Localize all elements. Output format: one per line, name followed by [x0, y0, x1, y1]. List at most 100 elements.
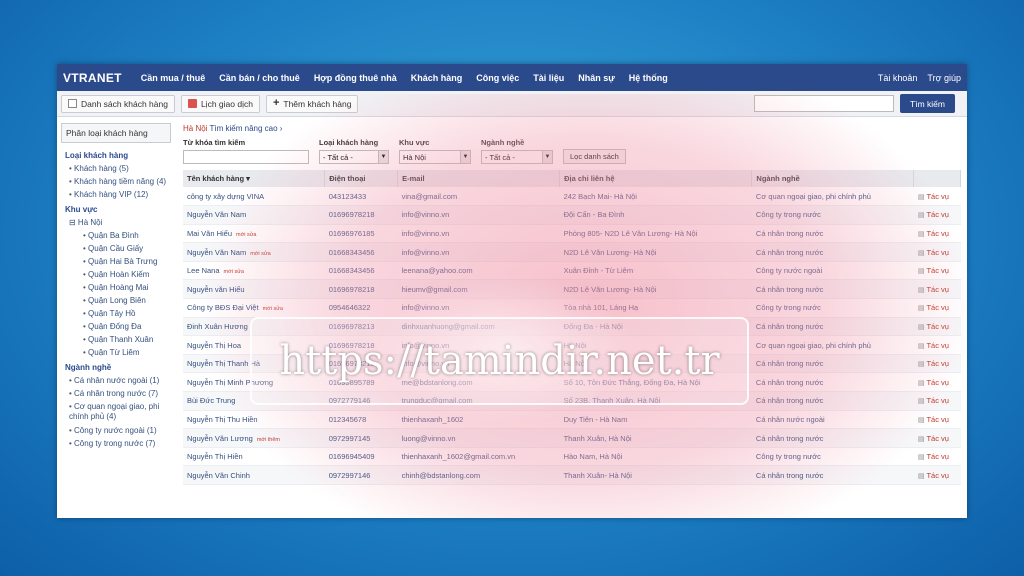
cell-address-text: Thanh Xuân, Hà Nội — [563, 433, 632, 443]
nav-item-documents[interactable]: Tài liệu — [533, 73, 564, 83]
action-link[interactable]: Tác vụ — [913, 447, 961, 467]
cell-name-text: Lee Nana — [187, 266, 220, 276]
sidebar-item-district[interactable]: Quận Đống Đa — [83, 322, 171, 331]
sidebar-item-district[interactable]: Quận Cầu Giấy — [83, 244, 171, 253]
sidebar-item-district[interactable]: Quận Ba Đình — [83, 231, 171, 240]
table-row[interactable]: Lee Nana mới sửa 01668343456 leenana@yahoo.… — [183, 261, 961, 281]
sidebar-item-potential[interactable]: Khách hàng tiềm năng (4) — [69, 177, 171, 186]
sidebar-item-district[interactable]: Quận Long Biên — [83, 296, 171, 305]
action-link[interactable]: Tác vụ — [913, 224, 961, 244]
cell-industry: Cá nhân nước ngoài — [751, 410, 914, 430]
column-header-name[interactable]: Tên khách hàng ▾ — [183, 170, 326, 187]
table-row[interactable]: Nguyễn Văn Chinh 0972997146 chinh@bdstanlo… — [183, 465, 961, 485]
action-link[interactable]: Tác vụ — [913, 354, 961, 374]
cell-name-text: Nguyễn văn Hiếu — [187, 284, 245, 294]
cell-industry: Cá nhân trong nước — [751, 465, 914, 485]
cell-address: Thanh Xuân- Hà Nội — [559, 465, 752, 485]
nav-item-contracts[interactable]: Hợp đồng thuê nhà — [314, 73, 397, 83]
watermark: https://tamindir.net.tr — [250, 317, 749, 405]
action-link[interactable]: Tác vụ — [913, 187, 961, 207]
sidebar-item-district[interactable]: Quận Tây Hồ — [83, 309, 171, 318]
nav-item-staff[interactable]: Nhân sự — [578, 73, 615, 83]
tree-node-hanoi[interactable]: ⊟ Hà Nội — [69, 218, 171, 227]
sidebar-item-industry[interactable]: Công ty trong nước (7) — [69, 439, 171, 448]
sidebar-item-district[interactable]: Quận Thanh Xuân — [83, 335, 171, 344]
industry-select-value: - Tất cả - — [485, 152, 515, 162]
cell-industry: Công ty trong nước — [751, 298, 914, 318]
cell-address: Thanh Xuân, Hà Nội — [559, 428, 752, 448]
action-link[interactable]: Tác vụ — [913, 261, 961, 281]
help-link[interactable]: Trợ giúp — [927, 73, 961, 83]
calendar-button[interactable]: Lịch giao dịch — [180, 94, 260, 113]
industry-select[interactable]: - Tất cả - ▼ — [481, 150, 553, 164]
cell-industry-text: Cá nhân trong nước — [755, 470, 824, 480]
table-row[interactable]: Nguyễn Văn Nam mới sửa 01668343456 info@vin… — [183, 242, 961, 262]
action-link-text: Tác vụ — [918, 229, 949, 238]
action-link[interactable]: Tác vụ — [913, 391, 961, 411]
table-row[interactable]: Công ty BĐS Đại Việt mới sửa 0954646322 inf… — [183, 298, 961, 318]
cell-phone-text: 0972997146 — [328, 470, 371, 480]
cell-phone-text: 01696978218 — [328, 284, 375, 294]
table-row[interactable]: Nguyễn Thị Thu Hiền 012345678 thienhaxanh_… — [183, 410, 961, 430]
advanced-search-link[interactable]: Tìm kiếm nâng cao › — [210, 124, 283, 133]
search-button[interactable]: Tìm kiếm — [900, 94, 955, 113]
action-link-text: Tác vụ — [918, 266, 949, 275]
cell-email-text: thienhaxanh_1602 — [401, 414, 464, 424]
sidebar-item-industry[interactable]: Cá nhân nước ngoài (1) — [69, 376, 171, 385]
action-link[interactable]: Tác vụ — [913, 335, 961, 355]
action-link[interactable]: Tác vụ — [913, 242, 961, 262]
nav-item-sell[interactable]: Cần bán / cho thuê — [219, 73, 300, 83]
cell-address: Phòng 805- N2D Lê Văn Lương- Hà Nội — [559, 224, 752, 244]
action-link[interactable]: Tác vụ — [913, 298, 961, 318]
nav-item-buy[interactable]: Cần mua / thuê — [141, 73, 206, 83]
sidebar-item-district[interactable]: Quận Từ Liêm — [83, 348, 171, 357]
account-link[interactable]: Tài khoản — [878, 73, 918, 83]
cell-email: info@vinno.vn — [397, 224, 560, 244]
breadcrumb-location: Hà Nội — [183, 124, 208, 133]
sidebar-item-industry[interactable]: Cơ quan ngoại giao, phi chính phủ (4) — [69, 402, 171, 422]
column-header-phone[interactable]: Điện thoại — [324, 170, 399, 187]
sidebar-item-vip[interactable]: Khách hàng VIP (12) — [69, 190, 171, 199]
filter-bar: Từ khóa tìm kiếm Loại khách hàng - Tất c… — [183, 138, 961, 164]
customer-list-button[interactable]: Danh sách khách hàng — [61, 94, 175, 113]
cell-address-text: Duy Tiên - Hà Nam — [563, 414, 628, 424]
sidebar-item-industry[interactable]: Công ty nước ngoài (1) — [69, 426, 171, 435]
cell-industry-text: Cá nhân nước ngoài — [755, 414, 825, 424]
action-link[interactable]: Tác vụ — [913, 279, 961, 300]
table-row[interactable]: Nguyễn Văn Nam 01696978218 info@vinno.vn Độ… — [183, 205, 961, 225]
table-row[interactable]: Nguyễn văn Hiếu 01696978218 hieumv@gmail.c… — [183, 279, 961, 300]
action-link[interactable]: Tác vụ — [913, 428, 961, 448]
keyword-input[interactable] — [183, 150, 309, 164]
nav-item-system[interactable]: Hệ thống — [629, 73, 668, 83]
nav-item-customers[interactable]: Khách hàng — [411, 73, 463, 83]
sidebar-item-district[interactable]: Quận Hai Bà Trưng — [83, 257, 171, 266]
area-select[interactable]: Hà Nội ▼ — [399, 150, 471, 164]
table-row[interactable]: Nguyễn Văn Lương mới thêm 0972997145 luong@… — [183, 428, 961, 448]
action-link[interactable]: Tác vụ — [913, 372, 961, 393]
add-customer-button[interactable]: + Thêm khách hàng — [265, 94, 359, 113]
sidebar-item-industry[interactable]: Cá nhân trong nước (7) — [69, 389, 171, 398]
action-link[interactable]: Tác vụ — [913, 465, 961, 485]
nav-item-work[interactable]: Công việc — [476, 73, 519, 83]
cell-name: công ty xây dựng VINA — [183, 187, 325, 207]
action-link[interactable]: Tác vụ — [913, 410, 961, 430]
sidebar-item-customer[interactable]: Khách hàng (5) — [69, 164, 171, 173]
filter-list-button[interactable]: Lọc danh sách — [563, 149, 626, 164]
cell-email: leenana@yahoo.com — [397, 261, 560, 281]
cell-phone: 01668343456 — [324, 242, 398, 262]
table-row[interactable]: công ty xây dựng VINA 043123433 vina@gmail… — [183, 187, 961, 207]
action-link[interactable]: Tác vụ — [913, 317, 961, 337]
search-input[interactable] — [754, 95, 895, 112]
sidebar-item-district[interactable]: Quận Hoàn Kiếm — [83, 270, 171, 279]
action-link[interactable]: Tác vụ — [913, 205, 961, 225]
table-row[interactable]: Mai Văn Hiếu mới sửa 01696976185 info@vinno… — [183, 224, 961, 244]
column-header-industry[interactable]: Ngành nghề — [751, 170, 915, 187]
column-header-address[interactable]: Địa chỉ liên hệ — [559, 170, 753, 187]
cell-industry: Cá nhân trong nước — [751, 428, 914, 448]
table-row[interactable]: Nguyễn Thị Hiền 01696945409 thienhaxanh_16… — [183, 447, 961, 467]
cell-email-text: chinh@bdstanlong.com — [401, 470, 481, 480]
type-select[interactable]: - Tất cả - ▼ — [319, 150, 389, 164]
sidebar-item-district[interactable]: Quận Hoàng Mai — [83, 283, 171, 292]
column-header-email[interactable]: E-mail — [397, 170, 561, 187]
brand-logo[interactable]: VTRANET — [63, 71, 122, 85]
